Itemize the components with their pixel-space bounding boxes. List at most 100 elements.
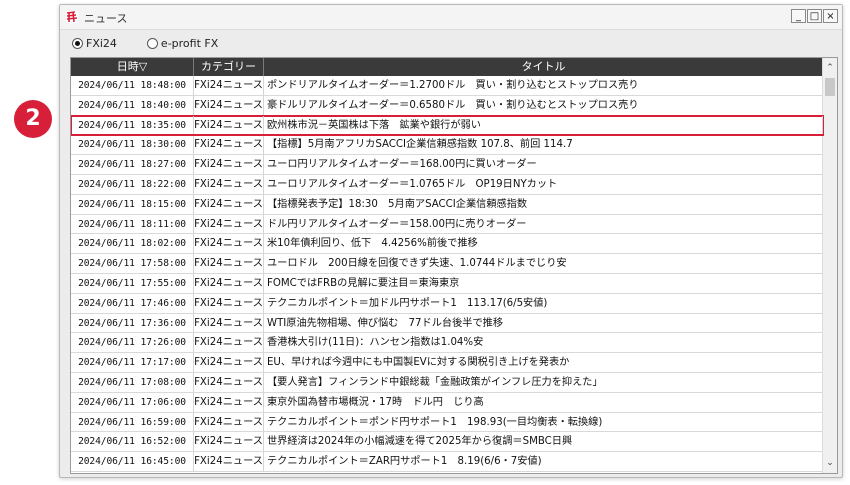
- news-table: 日時▽ カテゴリー タイトル 2024/06/11 18:48:00 FXi24ニ…: [70, 57, 838, 474]
- radio-eprofit[interactable]: e-profit FX: [146, 37, 219, 50]
- date-cell: 2024/06/11 18:48:00: [71, 76, 194, 95]
- category-cell: FXi24ニュース: [194, 353, 264, 372]
- table-row[interactable]: 2024/06/11 18:30:00 FXi24ニュース 【指標】5月南アフリカS…: [71, 135, 823, 156]
- title-cell: FOMCではFRBの見解に要注目＝東海東京: [264, 274, 823, 293]
- category-cell: FXi24ニュース: [194, 452, 264, 471]
- category-cell: FXi24ニュース: [194, 313, 264, 333]
- title-cell: テクニカルポイント＝ポンド円サポート1 198.93(一目均衡表・転換線): [264, 412, 823, 432]
- radio-checked-icon[interactable]: [72, 38, 83, 49]
- radio-fxi24[interactable]: FXi24: [72, 37, 117, 50]
- category-cell: FXi24ニュース: [194, 175, 264, 194]
- category-cell: FXi24ニュース: [194, 76, 264, 95]
- title-cell: 【指標】5月南アフリカSACCI企業信頼感指数 107.8、前回 114.7: [264, 135, 823, 155]
- title-cell: 【要人発言】フィンランド中銀総裁「金融政策がインフレ圧力を抑えた」: [264, 373, 823, 392]
- date-cell: 2024/06/11 17:06:00: [71, 392, 194, 412]
- title-cell: 【指標発表予定】18:30 5月南アSACCI企業信頼感指数: [264, 194, 823, 214]
- category-cell: FXi24ニュース: [194, 274, 264, 293]
- title-cell: 欧州株市況－英国株は下落 鉱業や銀行が弱い: [264, 115, 823, 135]
- date-cell: 2024/06/11 16:52:00: [71, 432, 194, 452]
- table-row[interactable]: 2024/06/11 16:59:00 FXi24ニュース テクニカルポイント＝ポン…: [71, 412, 823, 433]
- date-cell: 2024/06/11 17:46:00: [71, 293, 194, 313]
- date-cell: 2024/06/11 18:27:00: [71, 155, 194, 174]
- scrollbar-thumb[interactable]: [825, 78, 835, 96]
- date-cell: 2024/06/11 17:26:00: [71, 333, 194, 353]
- source-selector: FXi24 e-profit FX: [72, 37, 248, 50]
- category-cell: FXi24ニュース: [194, 254, 264, 273]
- title-bar[interactable]: ニュース _ □ ×: [60, 5, 842, 30]
- vertical-scrollbar[interactable]: ⌃ ⌄: [822, 58, 837, 473]
- category-cell: FXi24ニュース: [194, 135, 264, 155]
- title-cell: テクニカルポイント＝加ドル円サポート1 113.17(6/5安値): [264, 293, 823, 313]
- date-cell: 2024/06/11 18:22:00: [71, 175, 194, 194]
- title-cell: 豪ドルリアルタイムオーダー＝0.6580ドル 買い・割り込むとストップロス売り: [264, 95, 823, 115]
- window-controls: _ □ ×: [791, 9, 838, 23]
- category-cell: FXi24ニュース: [194, 214, 264, 234]
- category-cell: FXi24ニュース: [194, 412, 264, 432]
- table-row[interactable]: 2024/06/11 17:17:00 FXi24ニュース EU、早ければ今週中にも…: [71, 353, 823, 373]
- table-row[interactable]: 2024/06/11 17:06:00 FXi24ニュース 東京外国為替市場概況・1…: [71, 392, 823, 413]
- date-cell: 2024/06/11 18:30:00: [71, 135, 194, 155]
- table-row[interactable]: 2024/06/11 17:58:00 FXi24ニュース ユーロドル 200日線を…: [71, 254, 823, 274]
- category-cell: FXi24ニュース: [194, 115, 264, 135]
- table-header: 日時▽ カテゴリー タイトル: [71, 58, 823, 76]
- category-cell: FXi24ニュース: [194, 373, 264, 392]
- minimize-button[interactable]: _: [791, 9, 806, 23]
- table-row[interactable]: 2024/06/11 16:52:00 FXi24ニュース 世界経済は2024年の小…: [71, 432, 823, 453]
- table-row-selected[interactable]: 2024/06/11 18:35:00 FXi24ニュース 欧州株市況－英国株は下落…: [71, 114, 824, 137]
- title-cell: ユーロ円リアルタイムオーダー＝168.00円に買いオーダー: [264, 155, 823, 174]
- table-row[interactable]: 2024/06/11 17:55:00 FXi24ニュース FOMCではFRBの見解…: [71, 274, 823, 294]
- table-row[interactable]: 2024/06/11 18:02:00 FXi24ニュース 米10年債利回り、低下 …: [71, 234, 823, 255]
- date-cell: 2024/06/11 18:11:00: [71, 214, 194, 234]
- column-header-datetime[interactable]: 日時▽: [71, 58, 194, 76]
- table-row[interactable]: 2024/06/11 18:48:00 FXi24ニュース ポンドリアルタイムオーダ…: [71, 76, 823, 96]
- table-row[interactable]: 2024/06/11 17:26:00 FXi24ニュース 香港株大引け(11日)：…: [71, 333, 823, 354]
- date-cell: 2024/06/11 18:40:00: [71, 95, 194, 115]
- maximize-button[interactable]: □: [807, 9, 822, 23]
- radio-label: FXi24: [86, 37, 117, 50]
- news-app-icon: [66, 11, 78, 23]
- table-row[interactable]: 2024/06/11 16:45:00 FXi24ニュース テクニカルポイント＝ZA…: [71, 452, 823, 472]
- chevron-up-icon[interactable]: ⌃: [823, 60, 837, 76]
- date-cell: 2024/06/11 17:55:00: [71, 274, 194, 293]
- title-cell: 世界経済は2024年の小幅減速を得て2025年から復調＝SMBC日興: [264, 432, 823, 452]
- category-cell: FXi24ニュース: [194, 155, 264, 174]
- title-cell: 香港株大引け(11日)：ハンセン指数は1.04%安: [264, 333, 823, 353]
- category-cell: FXi24ニュース: [194, 432, 264, 452]
- chevron-down-icon[interactable]: ⌄: [823, 455, 837, 471]
- date-cell: 2024/06/11 16:59:00: [71, 412, 194, 432]
- title-cell: EU、早ければ今週中にも中国製EVに対する関税引き上げを発表か: [264, 353, 823, 372]
- radio-unchecked-icon[interactable]: [146, 38, 158, 49]
- table-row[interactable]: 2024/06/11 18:27:00 FXi24ニュース ユーロ円リアルタイムオー…: [71, 155, 823, 175]
- date-cell: 2024/06/11 17:58:00: [71, 254, 194, 273]
- annotation-badge: 2: [14, 100, 52, 138]
- news-window: ニュース _ □ × FXi24 e-profit FX 日時▽ カテゴリー タ…: [59, 4, 843, 478]
- title-cell: ドル円リアルタイムオーダー＝158.00円に売りオーダー: [264, 214, 823, 234]
- table-row[interactable]: 2024/06/11 18:11:00 FXi24ニュース ドル円リアルタイムオーダ…: [71, 214, 823, 235]
- category-cell: FXi24ニュース: [194, 95, 264, 115]
- table-row[interactable]: 2024/06/11 18:15:00 FXi24ニュース 【指標発表予定】18:3…: [71, 194, 823, 215]
- category-cell: FXi24ニュース: [194, 194, 264, 214]
- date-cell: 2024/06/11 17:17:00: [71, 353, 194, 372]
- title-cell: WTI原油先物相場、伸び悩む 77ドル台後半で推移: [264, 313, 823, 333]
- table-row[interactable]: 2024/06/11 17:08:00 FXi24ニュース 【要人発言】フィンランド…: [71, 373, 823, 393]
- date-cell: 2024/06/11 18:02:00: [71, 234, 194, 254]
- date-cell: 2024/06/11 17:08:00: [71, 373, 194, 392]
- table-row[interactable]: 2024/06/11 17:46:00 FXi24ニュース テクニカルポイント＝加ド…: [71, 293, 823, 314]
- table-row[interactable]: 2024/06/11 18:22:00 FXi24ニュース ユーロリアルタイムオーダ…: [71, 175, 823, 195]
- column-header-category[interactable]: カテゴリー: [194, 58, 264, 76]
- category-cell: FXi24ニュース: [194, 333, 264, 353]
- date-cell: 2024/06/11 18:35:00: [71, 115, 194, 135]
- title-cell: ポンドリアルタイムオーダー＝1.2700ドル 買い・割り込むとストップロス売り: [264, 76, 823, 95]
- table-row[interactable]: 2024/06/11 18:40:00 FXi24ニュース 豪ドルリアルタイムオーダ…: [71, 95, 823, 116]
- category-cell: FXi24ニュース: [194, 293, 264, 313]
- date-cell: 2024/06/11 17:36:00: [71, 313, 194, 333]
- category-cell: FXi24ニュース: [194, 392, 264, 412]
- date-cell: 2024/06/11 18:15:00: [71, 194, 194, 214]
- date-cell: 2024/06/11 16:45:00: [71, 452, 194, 471]
- window-title: ニュース: [84, 12, 128, 25]
- column-header-title[interactable]: タイトル: [264, 58, 823, 76]
- table-row[interactable]: 2024/06/11 17:36:00 FXi24ニュース WTI原油先物相場、伸び…: [71, 313, 823, 334]
- close-button[interactable]: ×: [823, 9, 838, 23]
- title-cell: 米10年債利回り、低下 4.4256%前後で推移: [264, 234, 823, 254]
- radio-label: e-profit FX: [160, 37, 219, 50]
